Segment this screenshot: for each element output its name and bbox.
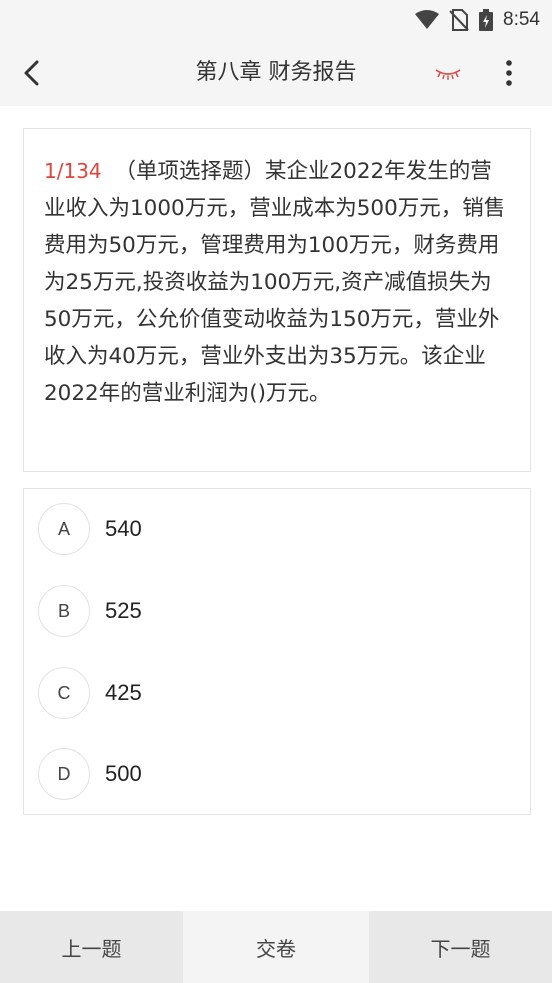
closed-eye-icon xyxy=(435,69,461,80)
option-text: 425 xyxy=(105,680,142,705)
prev-question-button[interactable]: 上一题 xyxy=(0,911,183,983)
option-text: 500 xyxy=(105,761,142,786)
no-sim-icon xyxy=(449,9,469,31)
option-letter: A xyxy=(38,503,90,555)
option-c[interactable]: C 425 xyxy=(38,667,508,719)
option-b[interactable]: B 525 xyxy=(38,585,508,637)
more-button[interactable] xyxy=(494,56,524,90)
next-question-button[interactable]: 下一题 xyxy=(369,911,552,983)
wifi-icon xyxy=(415,10,440,30)
chevron-left-icon xyxy=(24,60,39,86)
nav-bar: 第八章 财务报告 xyxy=(0,40,552,106)
page-title: 第八章 财务报告 xyxy=(195,60,357,85)
bottom-bar: 上一题 交卷 下一题 xyxy=(0,911,552,983)
option-text: 525 xyxy=(105,598,142,623)
question-number: 1/134 xyxy=(44,159,102,183)
option-letter: D xyxy=(38,748,90,800)
more-vertical-icon xyxy=(506,60,512,86)
battery-charging-icon xyxy=(479,9,494,31)
options-card: A 540 B 525 C 425 D 500 xyxy=(23,488,531,815)
option-d[interactable]: D 500 xyxy=(38,748,508,800)
question-card: 1/134 （单项选择题）某企业2022年发生的营业收入为1000万元，营业成本… xyxy=(23,128,531,472)
submit-button[interactable]: 交卷 xyxy=(183,911,369,983)
status-bar: 8:54 xyxy=(0,0,552,40)
option-letter: B xyxy=(38,585,90,637)
option-text: 540 xyxy=(105,516,142,541)
option-letter: C xyxy=(38,667,90,719)
question-text: （单项选择题）某企业2022年发生的营业收入为1000万元，营业成本为500万元… xyxy=(44,159,506,406)
option-a[interactable]: A 540 xyxy=(38,503,508,555)
back-button[interactable] xyxy=(14,56,48,90)
eye-toggle-button[interactable] xyxy=(432,60,464,86)
question-body: 1/134 （单项选择题）某企业2022年发生的营业收入为1000万元，营业成本… xyxy=(44,153,510,412)
status-time: 8:54 xyxy=(503,9,540,30)
